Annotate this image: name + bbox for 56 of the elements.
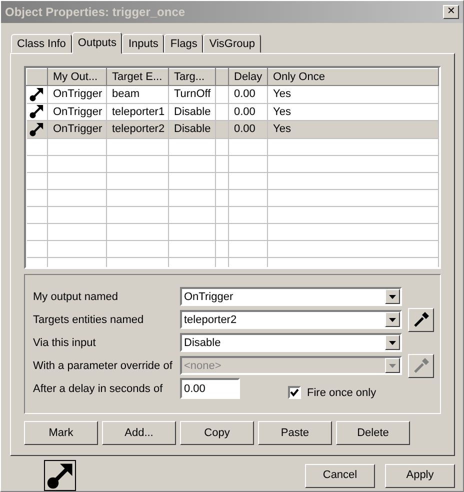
table-row[interactable]: OnTrigger teleporter2 Disable 0.00 Yes bbox=[26, 120, 438, 138]
window-title: Object Properties: trigger_once bbox=[5, 4, 186, 21]
field-label: With a parameter override of bbox=[33, 358, 174, 374]
table-cell: OnTrigger bbox=[48, 120, 106, 138]
column-header[interactable]: Only Once bbox=[268, 68, 438, 86]
dropdown-arrow-icon bbox=[389, 364, 396, 368]
output-icon bbox=[28, 122, 44, 137]
dropdown: <none> bbox=[180, 356, 402, 376]
checkbox-label: Fire once only bbox=[307, 386, 376, 401]
table-cell: Yes bbox=[268, 120, 438, 138]
dropdown[interactable]: Disable bbox=[180, 333, 402, 352]
dropdown-arrow-icon bbox=[389, 294, 396, 299]
field-label: Targets entities named bbox=[33, 312, 145, 328]
checkbox[interactable] bbox=[288, 386, 301, 400]
field-label: Via this input bbox=[33, 336, 97, 351]
table-cell: Disable bbox=[168, 120, 216, 138]
column-header[interactable]: Delay bbox=[228, 68, 268, 86]
action-button[interactable]: Mark bbox=[24, 420, 98, 445]
tab[interactable]: VisGroup bbox=[203, 34, 261, 53]
column-header[interactable]: Target E... bbox=[106, 68, 168, 86]
action-button[interactable]: Add... bbox=[102, 420, 176, 445]
dropdown-arrow-icon bbox=[389, 340, 396, 345]
column-header[interactable]: My Out... bbox=[48, 68, 106, 86]
eyedropper-button[interactable] bbox=[408, 308, 434, 332]
dropdown[interactable]: teleporter2 bbox=[180, 310, 402, 330]
tab[interactable]: Flags bbox=[164, 34, 204, 53]
action-button[interactable]: Paste bbox=[258, 420, 332, 445]
table-cell: teleporter2 bbox=[106, 120, 168, 138]
column-header[interactable] bbox=[26, 68, 48, 86]
table-cell: Yes bbox=[268, 86, 438, 104]
tab[interactable]: Class Info bbox=[11, 34, 72, 53]
dropdown-arrow-icon bbox=[389, 318, 396, 322]
field-label: My output named bbox=[33, 290, 119, 305]
dropdown[interactable]: OnTrigger bbox=[180, 287, 402, 306]
field-label: After a delay in seconds of bbox=[33, 382, 164, 397]
action-button[interactable]: Copy bbox=[180, 420, 254, 445]
table-cell: OnTrigger bbox=[48, 86, 106, 104]
table-cell: 0.00 bbox=[228, 120, 268, 138]
column-header[interactable]: Targ... bbox=[168, 68, 216, 86]
input-field[interactable]: 0.00 bbox=[180, 378, 240, 400]
table-row[interactable]: OnTrigger beam TurnOff 0.00 Yes bbox=[26, 86, 438, 104]
eyedropper-icon bbox=[412, 310, 430, 329]
table-cell: TurnOff bbox=[168, 86, 216, 104]
column-header[interactable] bbox=[216, 68, 228, 86]
output-icon bbox=[28, 104, 44, 120]
output-icon bbox=[28, 86, 44, 102]
apply-button[interactable]: Apply bbox=[385, 464, 455, 488]
action-button[interactable]: Delete bbox=[336, 420, 410, 445]
tab[interactable]: Inputs bbox=[122, 34, 164, 53]
tab[interactable]: Outputs bbox=[72, 32, 122, 54]
table-cell: beam bbox=[106, 86, 168, 104]
table-cell: 0.00 bbox=[228, 86, 268, 104]
eyedropper-icon bbox=[412, 356, 430, 375]
output-icon bbox=[46, 462, 74, 490]
close-button[interactable]: ✕ bbox=[443, 4, 459, 19]
cancel-button[interactable]: Cancel bbox=[305, 464, 375, 488]
